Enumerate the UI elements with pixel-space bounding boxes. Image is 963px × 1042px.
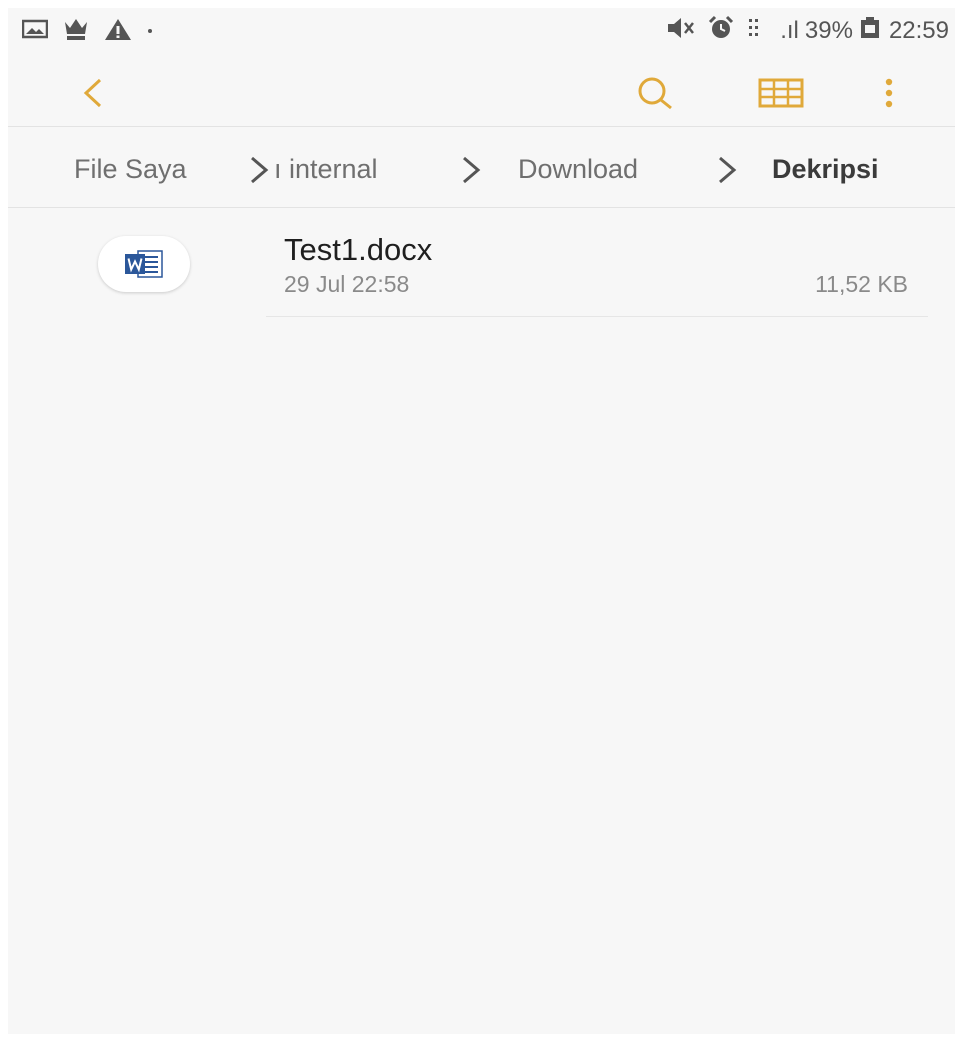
mute-icon: [666, 16, 696, 47]
search-button[interactable]: [630, 68, 680, 118]
battery-icon: [859, 16, 881, 47]
app-toolbar: [8, 58, 955, 126]
more-vert-icon: [885, 78, 893, 108]
data-transfer-icon: [746, 16, 768, 47]
list-item-divider: [266, 316, 928, 317]
breadcrumb-item-download[interactable]: Download: [518, 153, 638, 185]
battery-percentage: 39%: [804, 17, 853, 44]
status-bar: .ıl 39% 22:59: [8, 8, 955, 58]
grid-view-icon: [758, 78, 804, 108]
file-size: 11,52 KB: [815, 271, 908, 297]
file-date: 29 Jul 22:58: [284, 271, 410, 297]
alarm-icon: [708, 15, 734, 48]
signal-strength: .ıl: [780, 17, 799, 44]
more-notifications-dot-icon: [146, 22, 154, 40]
file-type-badge: [98, 236, 190, 292]
word-doc-icon: [125, 250, 163, 278]
status-clock: 22:59: [888, 17, 949, 44]
breadcrumb: File Saya ı internal Download Dekripsi: [8, 127, 955, 207]
breadcrumb-item-internal[interactable]: ı internal: [274, 153, 378, 185]
breadcrumb-chevron-icon: [251, 156, 269, 184]
breadcrumb-item-file-saya[interactable]: File Saya: [74, 153, 187, 185]
grid-view-button[interactable]: [756, 68, 806, 118]
search-icon: [638, 77, 672, 110]
crown-notification-icon: [62, 16, 90, 47]
breadcrumb-chevron-icon: [463, 156, 481, 184]
file-name: Test1.docx: [284, 232, 433, 267]
file-list-item[interactable]: Test1.docx 29 Jul 22:58 11,52 KB: [8, 208, 955, 318]
gallery-notification-icon: [21, 19, 49, 44]
more-options-button[interactable]: [864, 68, 914, 118]
breadcrumb-item-dekripsi: Dekripsi: [772, 154, 879, 184]
breadcrumb-chevron-icon: [719, 156, 737, 184]
warning-notification-icon: [104, 17, 132, 46]
back-button[interactable]: [68, 68, 118, 118]
notification-icons: [21, 16, 168, 47]
system-status: .ıl 39% 22:59: [666, 15, 949, 48]
file-manager-screen: .ıl 39% 22:59 File Saya ı internal Downl…: [8, 8, 955, 1034]
chevron-left-icon: [83, 78, 102, 108]
